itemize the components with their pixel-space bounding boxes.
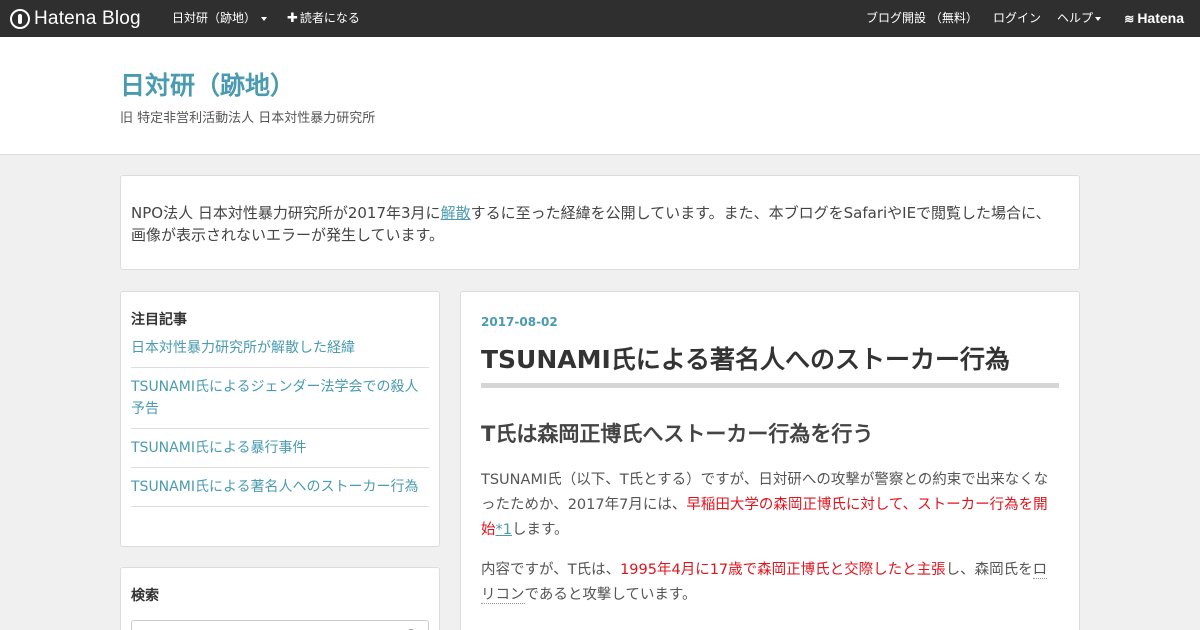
help-label: ヘルプ bbox=[1057, 11, 1094, 25]
featured-item[interactable]: 日本対性暴力研究所が解散した経緯 bbox=[131, 337, 429, 368]
notice-text-before: NPO法人 日本対性暴力研究所が2017年3月に bbox=[131, 204, 441, 222]
entry-title[interactable]: TSUNAMI氏による著名人へのストーカー行為 bbox=[481, 340, 1059, 376]
subscribe-button[interactable]: ✚ 読者になる bbox=[287, 0, 360, 37]
create-blog-link[interactable]: ブログ開設 （無料） bbox=[866, 0, 978, 37]
blog-title[interactable]: 日対研（跡地） bbox=[120, 66, 295, 102]
p2-text-end: であると攻撃しています。 bbox=[524, 587, 697, 603]
hatena-blog-icon bbox=[10, 8, 30, 29]
hatena-logo[interactable]: ≋ Hatena bbox=[1124, 0, 1184, 37]
help-dropdown[interactable]: ヘルプ bbox=[1057, 0, 1102, 37]
title-divider bbox=[481, 383, 1059, 388]
dissolution-link[interactable]: 解散 bbox=[441, 204, 471, 222]
entry-article: 2017-08-02 TSUNAMI氏による著名人へのストーカー行為 T氏は森岡… bbox=[460, 291, 1080, 630]
search-title: 検索 bbox=[131, 588, 159, 604]
hatena-blog-logo[interactable]: Hatena Blog bbox=[10, 0, 141, 37]
blog-header: 日対研（跡地） 旧 特定非営利活動法人 日本対性暴力研究所 bbox=[0, 37, 1200, 155]
paragraph-2: 内容ですが、T氏は、1995年4月に17歳で森岡正博氏と交際したと主張し、森岡氏… bbox=[481, 558, 1061, 608]
featured-articles-module: 注目記事 日本対性暴力研究所が解散した経緯 TSUNAMI氏によるジェンダー法学… bbox=[120, 291, 440, 547]
search-input[interactable] bbox=[131, 620, 429, 630]
caret-down-icon bbox=[261, 16, 268, 21]
blog-menu-dropdown[interactable]: 日対研（跡地） bbox=[172, 0, 268, 37]
notice-box: NPO法人 日本対性暴力研究所が2017年3月に解散するに至った経緯を公開してい… bbox=[120, 175, 1080, 270]
p2-highlight: 1995年4月に17歳で森岡正博氏と交際したと主張 bbox=[620, 562, 946, 578]
p2-text-mid: し、森岡氏を bbox=[945, 562, 1033, 578]
featured-item[interactable]: TSUNAMI氏による暴行事件 bbox=[131, 429, 429, 468]
featured-item[interactable]: TSUNAMI氏による著名人へのストーカー行為 bbox=[131, 468, 429, 507]
brand-text: Hatena Blog bbox=[34, 8, 141, 29]
entry-date[interactable]: 2017-08-02 bbox=[481, 315, 558, 329]
featured-list: 日本対性暴力研究所が解散した経緯 TSUNAMI氏によるジェンダー法学会での殺人… bbox=[131, 337, 429, 507]
search-module: 検索 bbox=[120, 567, 440, 630]
subscribe-label: 読者になる bbox=[299, 11, 360, 25]
caret-down-icon bbox=[1095, 16, 1102, 21]
featured-item[interactable]: TSUNAMI氏によるジェンダー法学会での殺人予告 bbox=[131, 368, 429, 429]
blog-menu-label: 日対研（跡地） bbox=[172, 11, 257, 25]
plus-icon: ✚ bbox=[287, 11, 298, 26]
featured-title: 注目記事 bbox=[131, 312, 187, 328]
global-header: Hatena Blog 日対研（跡地） ✚ 読者になる ブログ開設 （無料） ログ… bbox=[0, 0, 1200, 37]
paragraph-1: TSUNAMI氏（以下、T氏とする）ですが、日対研への攻撃が警察との約束で出来な… bbox=[481, 468, 1061, 543]
blog-description: 旧 特定非営利活動法人 日本対性暴力研究所 bbox=[120, 111, 376, 126]
login-link[interactable]: ログイン bbox=[993, 0, 1041, 37]
p2-text: 内容ですが、T氏は、 bbox=[481, 562, 621, 578]
hatena-wave-icon: ≋ bbox=[1124, 12, 1135, 26]
hatena-logo-text: Hatena bbox=[1137, 10, 1184, 26]
p1-text-end: します。 bbox=[511, 522, 569, 538]
section-heading: T氏は森岡正博氏へストーカー行為を行う bbox=[481, 422, 874, 446]
notice-text: NPO法人 日本対性暴力研究所が2017年3月に解散するに至った経緯を公開してい… bbox=[131, 202, 1061, 246]
footnote-link[interactable]: *1 bbox=[496, 522, 512, 538]
